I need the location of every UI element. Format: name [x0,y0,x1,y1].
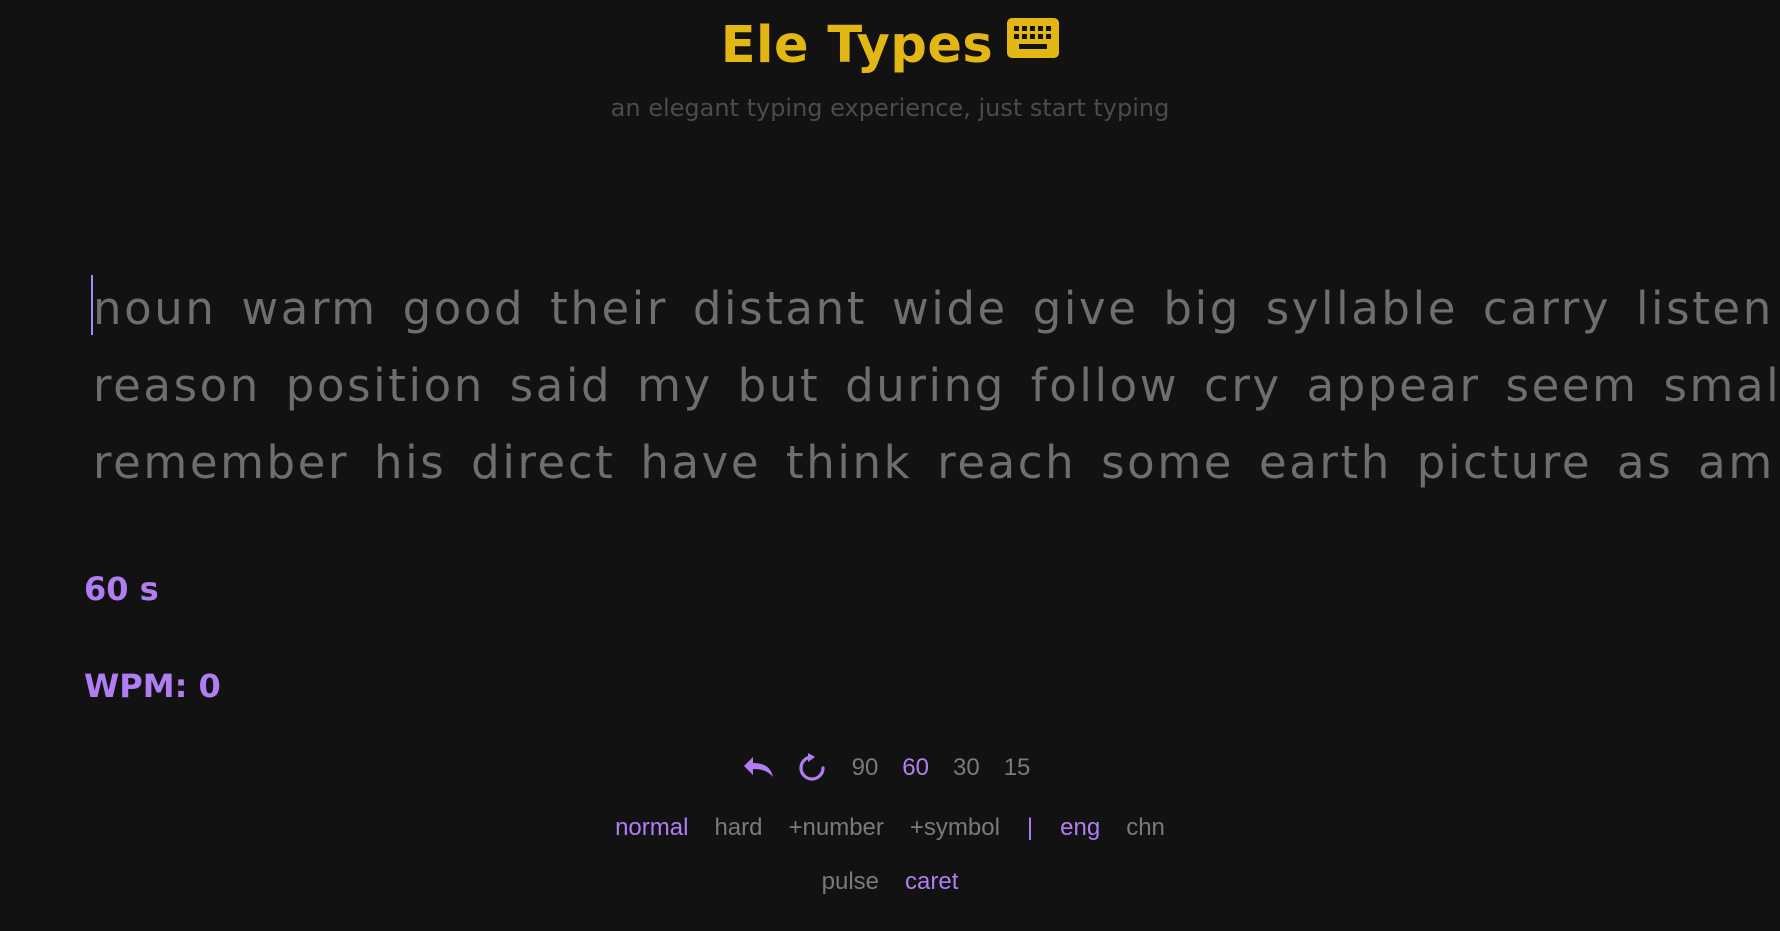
app-title: Ele Types [720,15,994,75]
keyboard-icon [1007,18,1060,62]
language-option-chn[interactable]: chn [1126,814,1165,842]
undo-icon[interactable] [738,748,778,788]
timer-display: 60 s [84,570,159,608]
duration-option-30[interactable]: 30 [953,754,980,782]
language-option-eng[interactable]: eng [1060,814,1100,842]
restart-icon[interactable] [792,748,832,788]
difficulty-option-hard[interactable]: hard [714,814,762,842]
caret-style-option-pulse[interactable]: pulse [822,868,879,896]
text-caret [91,275,93,335]
word-line: reason position said my but during follo… [93,359,1780,412]
option-separator: | [1026,814,1034,841]
difficulty-option-normal[interactable]: normal [615,814,688,842]
word-line: noun warm good their distant wide give b… [93,282,1774,335]
caret-style-option-caret[interactable]: caret [905,868,958,896]
word-line: remember his direct have think reach som… [93,436,1775,489]
wpm-display: WPM: 0 [84,667,221,705]
app-subtitle: an elegant typing experience, just start… [610,94,1170,122]
difficulty-option-symbol[interactable]: +symbol [910,814,1000,842]
title-row: Ele Types [0,10,1780,80]
duration-option-15[interactable]: 15 [1004,754,1031,782]
typing-text-area[interactable]: noun warm good their distant wide give b… [91,270,1780,501]
difficulty-option-number[interactable]: +number [788,814,883,842]
duration-option-60[interactable]: 60 [902,754,929,782]
header: Ele Types an elegant typing experience, … [0,10,1780,123]
app-page: Ele Types an elegant typing experience, … [0,0,1780,931]
caret-style-controls: pulse caret [0,862,1780,902]
mode-controls: normal hard +number +symbol | eng chn [0,808,1780,848]
duration-controls: 90 60 30 15 [0,748,1780,788]
duration-option-90[interactable]: 90 [852,754,879,782]
